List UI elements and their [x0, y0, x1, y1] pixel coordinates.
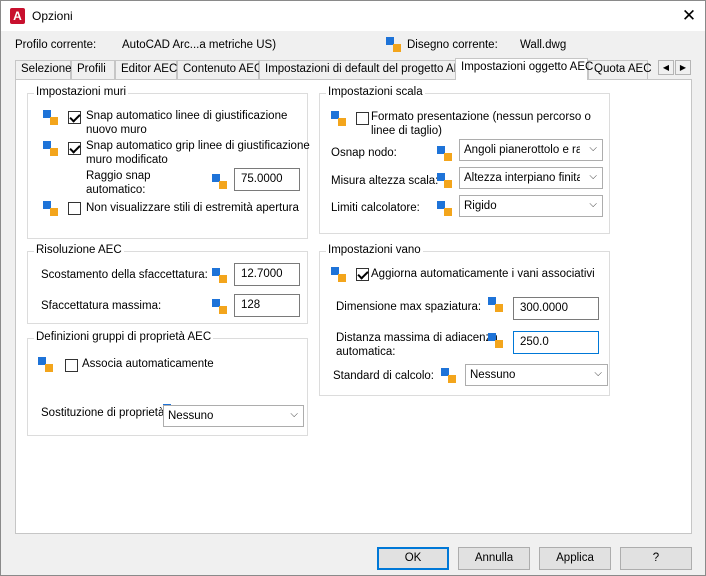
options-dialog: A Opzioni ✕ Profilo corrente: AutoCAD Ar…: [0, 0, 706, 576]
presentation-format-checkbox[interactable]: [356, 112, 369, 125]
calculator-limits-icon: [437, 201, 452, 216]
cancel-button[interactable]: Annulla: [458, 547, 530, 570]
ok-button[interactable]: OK: [377, 547, 449, 570]
max-gap-icon: [488, 297, 503, 312]
window-title: Opzioni: [32, 9, 73, 23]
tab-selezione[interactable]: Selezione: [15, 60, 72, 79]
presentation-format-label-1: Formato presentazione (nessun percorso o: [371, 111, 591, 123]
help-button[interactable]: ?: [620, 547, 692, 570]
space-update-icon: [331, 267, 346, 282]
adjacency-distance-label-1: Distanza massima di adiacenza: [336, 332, 498, 344]
node-osnap-icon: [437, 146, 452, 161]
stair-height-icon: [437, 173, 452, 188]
stair-height-select[interactable]: Altezza interpiano finita ⌵: [459, 167, 603, 189]
max-gap-label: Dimensione max spaziatura:: [336, 301, 482, 313]
tab-impostazioni-oggetto-aec[interactable]: Impostazioni oggetto AEC: [455, 58, 593, 80]
tab-editor-aec[interactable]: Editor AEC: [115, 60, 177, 79]
close-icon[interactable]: ✕: [673, 1, 705, 31]
property-override-select[interactable]: Nessuno ⌵: [163, 405, 304, 427]
adjacency-distance-input[interactable]: 250.0: [513, 331, 599, 354]
snap-radius-icon: [212, 174, 227, 189]
snap-justification-lines-checkbox[interactable]: [68, 111, 81, 124]
node-osnap-label: Osnap nodo:: [331, 147, 397, 159]
space-settings-title: Impostazioni vano: [326, 244, 423, 256]
facet-deviation-input[interactable]: 12.7000: [234, 263, 300, 286]
scroll-right-icon[interactable]: ▶: [675, 60, 691, 75]
auto-update-spaces-checkbox[interactable]: [356, 268, 369, 281]
chevron-down-icon: ⌵: [594, 368, 602, 379]
chevron-down-icon: ⌵: [589, 143, 597, 154]
tab-contenuto-aec[interactable]: Contenuto AEC: [177, 60, 262, 79]
current-profile-value: AutoCAD Arc...a metriche US): [122, 39, 277, 51]
property-override-label: Sostituzione di proprietà: [41, 407, 165, 419]
node-osnap-select[interactable]: Angoli pianerottolo e ram ⌵: [459, 139, 603, 161]
property-sets-title: Definizioni gruppi di proprietà AEC: [34, 331, 214, 343]
calculator-limits-select[interactable]: Rigido ⌵: [459, 195, 603, 217]
stair-settings-title: Impostazioni scala: [326, 86, 425, 98]
snap-justification-lines-label-1: Snap automatico linee di giustificazione: [86, 110, 288, 122]
auto-update-spaces-label: Aggiorna automaticamente i vani associat…: [371, 268, 595, 280]
drawing-settings-icon: [386, 37, 401, 52]
property-sets-icon: [38, 357, 53, 372]
chevron-down-icon: ⌵: [290, 409, 298, 420]
stair-settings-group: Impostazioni scala Formato presentazione…: [319, 86, 610, 234]
adjacency-distance-icon: [488, 333, 503, 348]
auto-attach-label: Associa automaticamente: [82, 358, 214, 370]
calculation-standard-label: Standard di calcolo:: [333, 370, 435, 382]
space-settings-group: Impostazioni vano Aggiorna automaticamen…: [319, 244, 610, 396]
snap-radius-input[interactable]: 75.0000: [234, 168, 300, 191]
autocad-app-icon: A: [10, 8, 25, 24]
presentation-format-label-2: linee di taglio): [371, 125, 442, 137]
stair-presentation-icon: [331, 111, 346, 126]
snap-grip-lines-label-1: Snap automatico grip linee di giustifica…: [86, 140, 310, 152]
calculator-limits-label: Limiti calcolatore:: [331, 202, 420, 214]
snap-justification-lines-label-2: nuovo muro: [86, 124, 147, 136]
apply-button[interactable]: Applica: [539, 547, 611, 570]
wall-snap-icon: [43, 110, 58, 125]
title-bar: A Opzioni ✕: [1, 1, 705, 31]
endcap-style-icon: [43, 201, 58, 216]
facet-deviation-icon: [212, 268, 227, 283]
property-sets-group: Definizioni gruppi di proprietà AEC Asso…: [27, 331, 308, 436]
current-profile-label: Profilo corrente:: [15, 39, 97, 51]
max-gap-input[interactable]: 300.0000: [513, 297, 599, 320]
facet-deviation-label: Scostamento della sfaccettatura:: [41, 269, 208, 281]
node-osnap-value: Angoli pianerottolo e ram: [464, 144, 580, 156]
tab-profili[interactable]: Profili: [71, 60, 115, 79]
facet-max-icon: [212, 299, 227, 314]
calculation-standard-icon: [441, 368, 456, 383]
calculator-limits-value: Rigido: [464, 200, 497, 212]
calculation-standard-select[interactable]: Nessuno ⌵: [465, 364, 608, 386]
scroll-left-icon[interactable]: ◀: [658, 60, 674, 75]
calculation-standard-value: Nessuno: [470, 369, 516, 381]
hide-opening-endcaps-label: Non visualizzare stili di estremità aper…: [86, 202, 299, 214]
facet-resolution-group: Risoluzione AEC Scostamento della sfacce…: [27, 244, 308, 324]
wall-grip-icon: [43, 141, 58, 156]
facet-max-label: Sfaccettatura massima:: [41, 300, 162, 312]
stair-height-value: Altezza interpiano finita: [464, 172, 580, 184]
snap-radius-label-2: automatico:: [86, 184, 146, 196]
snap-grip-lines-checkbox[interactable]: [68, 142, 81, 155]
adjacency-distance-label-2: automatica:: [336, 346, 396, 358]
wall-settings-title: Impostazioni muri: [34, 86, 129, 98]
auto-attach-checkbox[interactable]: [65, 359, 78, 372]
property-override-value: Nessuno: [168, 410, 214, 422]
chevron-down-icon: ⌵: [589, 171, 597, 182]
current-drawing-value: Wall.dwg: [520, 39, 567, 51]
snap-grip-lines-label-2: muro modificato: [86, 154, 168, 166]
hide-opening-endcaps-checkbox[interactable]: [68, 202, 81, 215]
snap-radius-label-1: Raggio snap: [86, 170, 151, 182]
facet-resolution-title: Risoluzione AEC: [34, 244, 124, 256]
current-drawing-label: Disegno corrente:: [407, 39, 498, 51]
wall-settings-group: Impostazioni muri Snap automatico linee …: [27, 86, 310, 239]
chevron-down-icon: ⌵: [589, 199, 597, 210]
tab-impostazioni-default-progetto[interactable]: Impostazioni di default del progetto AEC: [259, 60, 470, 79]
facet-max-input[interactable]: 128: [234, 294, 300, 317]
tab-quota-aec[interactable]: Quota AEC: [588, 60, 652, 79]
stair-height-label: Misura altezza scala:: [331, 175, 439, 187]
tab-panel: Impostazioni muri Snap automatico linee …: [15, 79, 692, 534]
